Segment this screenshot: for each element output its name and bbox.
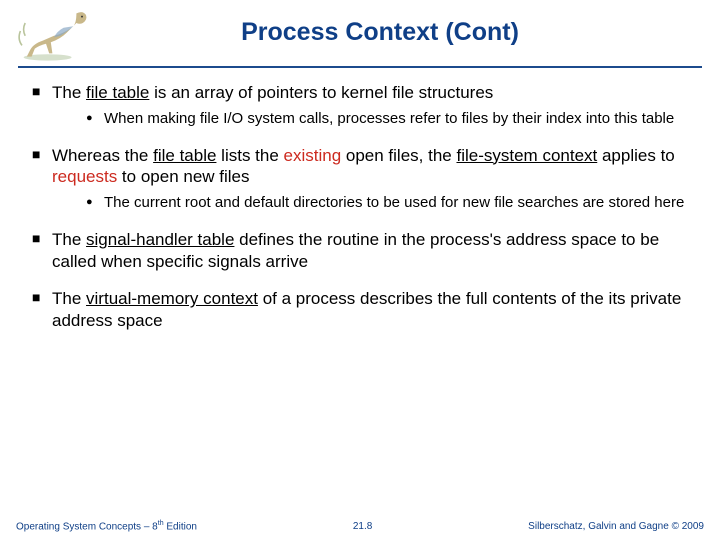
bullet-file-table: The file table is an array of pointers t…	[32, 82, 688, 129]
term-vm-context: virtual-memory context	[86, 289, 258, 308]
round-bullet-icon	[86, 110, 104, 129]
slide-header: Process Context (Cont)	[0, 0, 720, 64]
term-file-table: file table	[86, 83, 149, 102]
term-signal-handler: signal-handler table	[86, 230, 234, 249]
bullet-text: The virtual-memory context of a process …	[52, 288, 688, 332]
square-bullet-icon	[32, 229, 52, 273]
square-bullet-icon	[32, 288, 52, 332]
bullet-text: Whereas the file table lists the existin…	[52, 145, 688, 213]
bullet-text: The signal-handler table defines the rou…	[52, 229, 688, 273]
slide-title: Process Context (Cont)	[0, 18, 720, 47]
square-bullet-icon	[32, 145, 52, 213]
keyword-existing: existing	[284, 146, 342, 165]
bullet-virtual-memory: The virtual-memory context of a process …	[32, 288, 688, 332]
round-bullet-icon	[86, 194, 104, 213]
bullet-file-system-context: Whereas the file table lists the existin…	[32, 145, 688, 213]
footer-copyright: Silberschatz, Galvin and Gagne © 2009	[528, 521, 704, 532]
bullet-text: The file table is an array of pointers t…	[52, 82, 688, 129]
keyword-requests: requests	[52, 167, 117, 186]
sub-bullet-text: When making file I/O system calls, proce…	[104, 110, 688, 129]
dinosaur-icon	[14, 6, 94, 64]
bullet-signal-handler: The signal-handler table defines the rou…	[32, 229, 688, 273]
sub-bullet: The current root and default directories…	[86, 194, 688, 213]
sub-bullet-text: The current root and default directories…	[104, 194, 688, 213]
term-fs-context: file-system context	[456, 146, 597, 165]
footer-left: Operating System Concepts – 8th Edition	[16, 520, 197, 532]
slide-footer: Operating System Concepts – 8th Edition …	[0, 520, 720, 532]
term-file-table-2: file table	[153, 146, 216, 165]
square-bullet-icon	[32, 82, 52, 129]
footer-page-number: 21.8	[353, 521, 372, 532]
sub-bullet: When making file I/O system calls, proce…	[86, 110, 688, 129]
slide-body: The file table is an array of pointers t…	[0, 68, 720, 332]
